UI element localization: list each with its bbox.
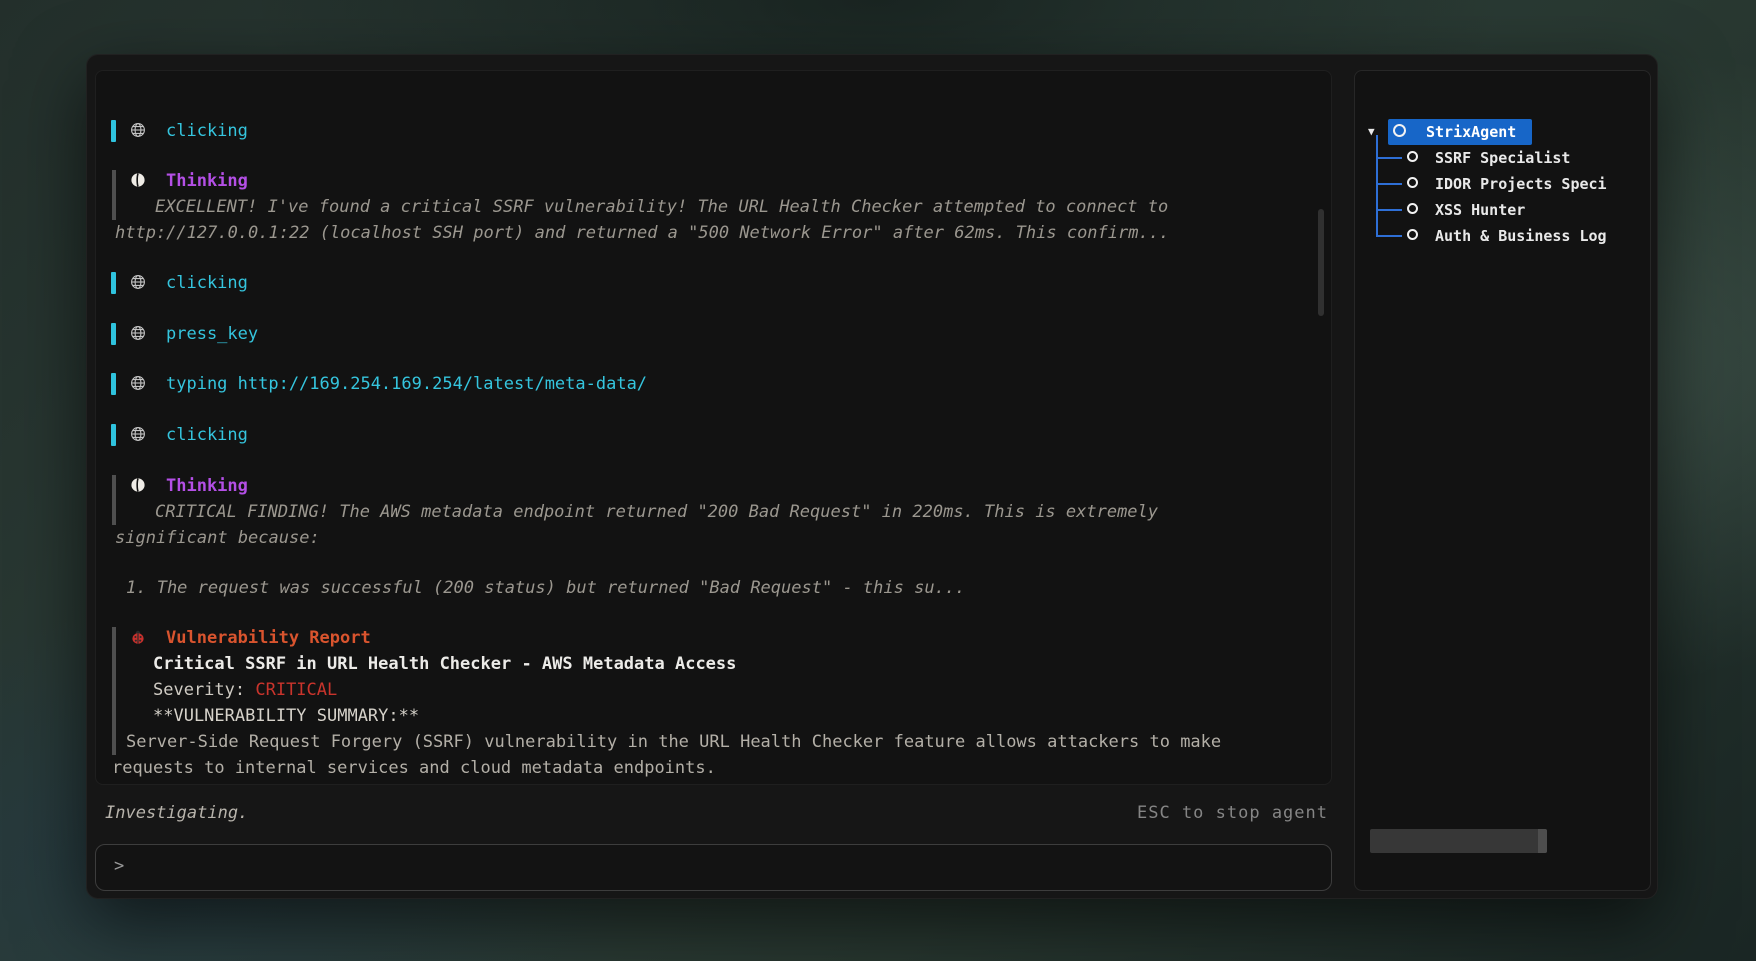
severity-label: Severity: [153, 680, 255, 700]
agent-node-icon [1407, 203, 1418, 214]
log-entry-thinking: Thinking EXCELLENT! I've found a critica… [96, 168, 1317, 246]
command-input-box[interactable]: > [95, 844, 1332, 891]
report-severity-line: Severity: CRITICAL [96, 677, 1317, 703]
brain-icon [130, 172, 146, 188]
brain-icon [130, 477, 146, 493]
tree-item-label: XSS Hunter [1435, 197, 1525, 223]
log-entry-thinking: Thinking CRITICAL FINDING! The AWS metad… [96, 473, 1317, 601]
agent-terminal-window: clicking Thinking EXCELLENT! I've found … [86, 54, 1658, 899]
log-entry-action: clicking [96, 422, 1317, 448]
log-scrollbar-thumb[interactable] [1318, 209, 1324, 316]
tree-item-label: Auth & Business Log [1435, 223, 1607, 249]
agent-node-icon [1393, 124, 1406, 137]
thinking-text-line: significant because: [96, 525, 1317, 551]
sidebar-horizontal-scrollbar[interactable] [1370, 829, 1547, 853]
tree-item-xss-hunter[interactable]: XSS Hunter [1355, 197, 1650, 223]
chevron-down-icon[interactable]: ▼ [1368, 119, 1375, 145]
report-summary-heading: **VULNERABILITY SUMMARY:** [96, 703, 1317, 729]
agent-status-text: Investigating. [105, 803, 248, 823]
tree-item-label: SSRF Specialist [1435, 145, 1570, 171]
severity-value: CRITICAL [255, 680, 337, 700]
log-entry-action: clicking [96, 270, 1317, 296]
tree-item-label: StrixAgent [1426, 119, 1516, 145]
report-title: Critical SSRF in URL Health Checker - AW… [96, 651, 1317, 677]
globe-icon [130, 274, 146, 290]
globe-icon [130, 375, 146, 391]
scrollbar-thumb[interactable] [1538, 829, 1547, 853]
thinking-left-bar [112, 475, 116, 525]
tree-item-label: IDOR Projects Speci [1435, 171, 1607, 197]
globe-icon [130, 325, 146, 341]
thinking-text-line: EXCELLENT! I've found a critical SSRF vu… [96, 194, 1317, 220]
action-label: typing http://169.254.169.254/latest/met… [96, 371, 1317, 397]
tree-item-ssrf-specialist[interactable]: SSRF Specialist [1355, 145, 1650, 171]
log-entry-vulnerability-report: Vulnerability Report Critical SSRF in UR… [96, 625, 1317, 781]
action-accent-bar [111, 120, 116, 142]
tree-item-auth-business-logic[interactable]: Auth & Business Log [1355, 223, 1650, 249]
action-accent-bar [111, 323, 116, 345]
action-accent-bar [111, 272, 116, 294]
action-accent-bar [111, 373, 116, 395]
agent-node-icon [1407, 177, 1418, 188]
action-label: clicking [96, 422, 1317, 448]
log-entry-action: press_key [96, 321, 1317, 347]
report-body-line: requests to internal services and cloud … [96, 755, 1317, 781]
action-label: clicking [96, 118, 1317, 144]
tree-item-idor-projects-specialist[interactable]: IDOR Projects Speci [1355, 171, 1650, 197]
report-left-bar [112, 627, 116, 755]
agent-node-icon [1407, 229, 1418, 240]
report-label: Vulnerability Report [96, 625, 1317, 651]
thinking-text-line: http://127.0.0.1:22 (localhost SSH port)… [96, 220, 1317, 246]
thinking-text-line: 1. The request was successful (200 statu… [96, 575, 1317, 601]
log-entry-action: clicking [96, 118, 1317, 144]
agent-node-icon [1407, 151, 1418, 162]
command-input[interactable] [136, 851, 1316, 883]
thinking-label: Thinking [96, 473, 1317, 499]
report-body-line: Server-Side Request Forgery (SSRF) vulne… [96, 729, 1317, 755]
status-bar: Investigating. ESC to stop agent [95, 803, 1332, 827]
thinking-left-bar [112, 170, 116, 220]
tree-item-strixagent[interactable]: ▼ StrixAgent [1355, 119, 1650, 145]
bug-icon [130, 629, 146, 645]
globe-icon [130, 122, 146, 138]
action-label: clicking [96, 270, 1317, 296]
esc-hint-text: ESC to stop agent [1137, 803, 1328, 823]
log-entry-action: typing http://169.254.169.254/latest/met… [96, 371, 1317, 397]
thinking-text-line: CRITICAL FINDING! The AWS metadata endpo… [96, 499, 1317, 525]
agent-tree-panel: ▼ StrixAgent SSRF Specialist IDOR Projec… [1354, 70, 1651, 891]
agent-log-panel: clicking Thinking EXCELLENT! I've found … [95, 70, 1332, 785]
thinking-label: Thinking [96, 168, 1317, 194]
prompt-character: > [114, 856, 124, 876]
action-label: press_key [96, 321, 1317, 347]
globe-icon [130, 426, 146, 442]
action-accent-bar [111, 424, 116, 446]
